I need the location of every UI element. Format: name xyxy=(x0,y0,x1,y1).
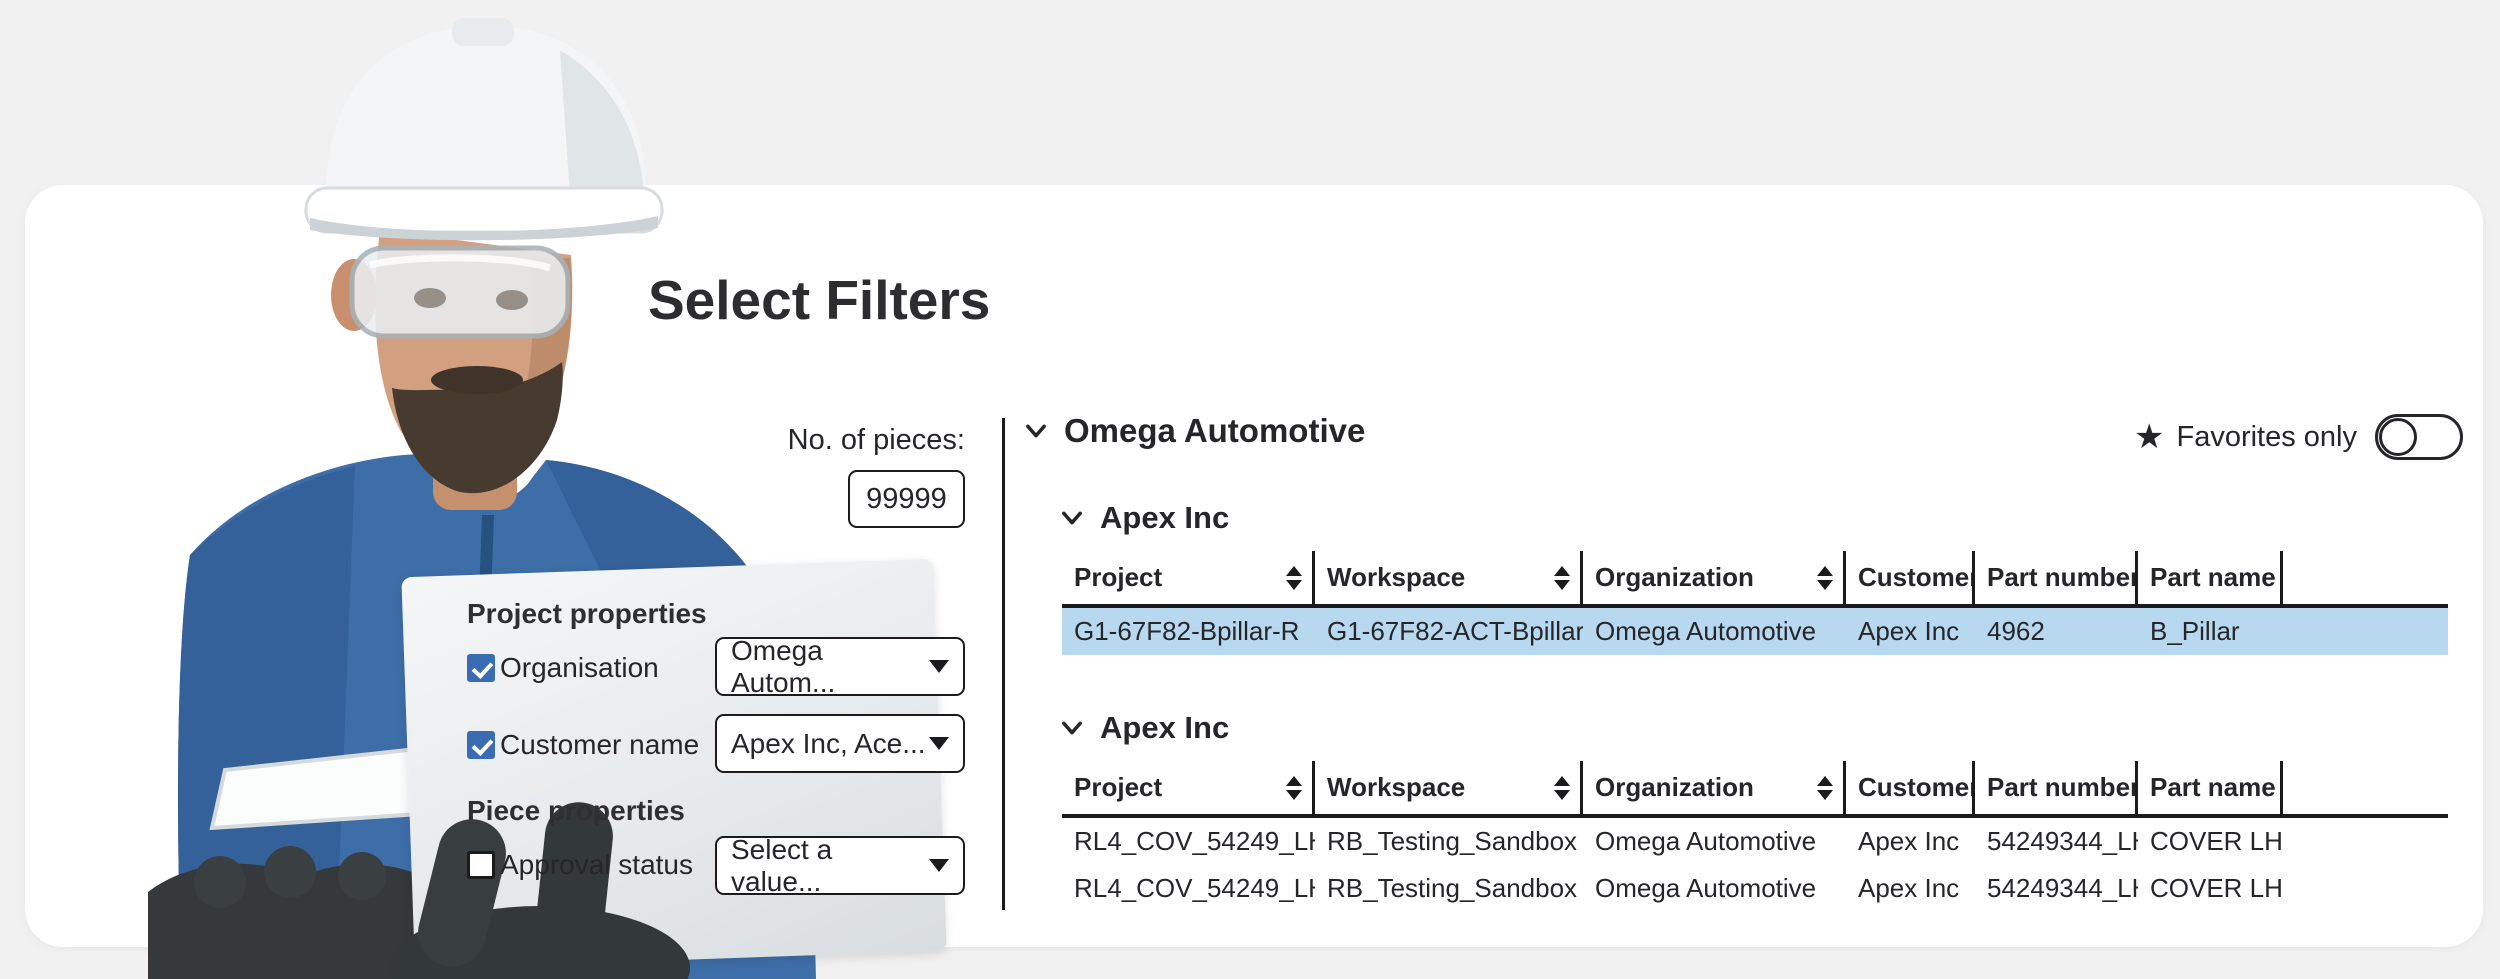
cell-part-name: COVER LH xyxy=(2138,818,2283,865)
organisation-label: Organisation xyxy=(500,652,659,684)
cell-organization: Omega Automotive xyxy=(1583,608,1846,655)
organisation-dropdown-value: Omega Autom... xyxy=(731,635,929,699)
cell-part-name: COVER LH xyxy=(2138,865,2283,912)
sort-icon[interactable] xyxy=(1278,566,1302,590)
filter-row-organisation: Organisation xyxy=(467,652,659,684)
sort-icon[interactable] xyxy=(1546,566,1570,590)
approval-status-checkbox[interactable] xyxy=(467,851,495,879)
organisation-checkbox[interactable] xyxy=(467,654,495,682)
favorites-toggle[interactable] xyxy=(2375,414,2463,460)
column-header-project[interactable]: Project xyxy=(1062,761,1315,814)
cell-customer: Apex Inc xyxy=(1846,865,1975,912)
cell-organization: Omega Automotive xyxy=(1583,818,1846,865)
chevron-down-icon xyxy=(1058,504,1086,532)
organisation-dropdown[interactable]: Omega Autom... xyxy=(715,637,965,696)
results-table-1: Project Workspace Organization Customer … xyxy=(1062,551,2448,655)
subgroup-label: Apex Inc xyxy=(1100,710,1229,746)
column-header-organization[interactable]: Organization xyxy=(1583,761,1846,814)
customer-name-label: Customer name xyxy=(500,729,699,761)
chevron-down-icon xyxy=(929,859,949,872)
table-row[interactable]: RL4_COV_54249_LH RB_Testing_Sandbox Omeg… xyxy=(1062,818,2448,865)
screen: Select Filters No. of pieces: Project pr… xyxy=(0,0,2500,979)
vertical-divider xyxy=(1002,418,1005,910)
cell-empty xyxy=(2283,608,2448,655)
cell-workspace: RB_Testing_Sandbox xyxy=(1315,865,1583,912)
column-header-empty xyxy=(2283,551,2448,604)
page-title: Select Filters xyxy=(648,268,990,332)
subgroup-header-apex-inc-2[interactable]: Apex Inc xyxy=(1058,710,1229,746)
cell-empty xyxy=(2283,865,2448,912)
cell-part-number: 54249344_LH xyxy=(1975,818,2138,865)
column-header-customer[interactable]: Customer xyxy=(1846,761,1975,814)
chevron-down-icon xyxy=(929,660,949,673)
no-of-pieces-label: No. of pieces: xyxy=(715,424,965,457)
chevron-down-icon xyxy=(1058,714,1086,742)
chevron-down-icon xyxy=(929,737,949,750)
column-header-part-number[interactable]: Part number xyxy=(1975,551,2138,604)
cell-organization: Omega Automotive xyxy=(1583,865,1846,912)
favorites-control: ★ Favorites only xyxy=(2134,414,2463,460)
table-row[interactable]: RL4_COV_54249_LH RB_Testing_Sandbox Omeg… xyxy=(1062,865,2448,912)
cell-part-name: B_Pillar xyxy=(2138,608,2283,655)
favorites-only-label: Favorites only xyxy=(2176,414,2357,460)
sort-icon[interactable] xyxy=(1546,776,1570,800)
cell-customer: Apex Inc xyxy=(1846,818,1975,865)
table-row[interactable]: G1-67F82-Bpillar-R G1-67F82-ACT-Bpillar … xyxy=(1062,608,2448,655)
sort-icon[interactable] xyxy=(1278,776,1302,800)
column-header-part-name[interactable]: Part name xyxy=(2138,761,2283,814)
column-header-project[interactable]: Project xyxy=(1062,551,1315,604)
cell-empty xyxy=(2283,818,2448,865)
star-icon: ★ xyxy=(2134,414,2164,460)
column-header-workspace[interactable]: Workspace xyxy=(1315,761,1583,814)
sort-icon[interactable] xyxy=(1809,776,1833,800)
cell-part-number: 4962 xyxy=(1975,608,2138,655)
sort-icon[interactable] xyxy=(2276,776,2283,800)
subgroup-label: Apex Inc xyxy=(1100,500,1229,536)
no-of-pieces-input[interactable] xyxy=(848,470,965,528)
column-header-part-number[interactable]: Part number xyxy=(1975,761,2138,814)
filter-row-approval-status: Approval status xyxy=(467,849,693,881)
group-header-omega-automotive[interactable]: Omega Automotive xyxy=(1022,412,1365,450)
column-header-organization[interactable]: Organization xyxy=(1583,551,1846,604)
cell-customer: Apex Inc xyxy=(1846,608,1975,655)
table-header: Project Workspace Organization Customer … xyxy=(1062,551,2448,608)
approval-status-label: Approval status xyxy=(500,849,693,881)
cell-project: RL4_COV_54249_LH xyxy=(1062,818,1315,865)
table-header: Project Workspace Organization Customer … xyxy=(1062,761,2448,818)
customer-name-checkbox[interactable] xyxy=(467,731,495,759)
subgroup-header-apex-inc-1[interactable]: Apex Inc xyxy=(1058,500,1229,536)
project-properties-heading: Project properties xyxy=(467,598,707,630)
approval-status-dropdown[interactable]: Select a value... xyxy=(715,836,965,895)
toggle-knob xyxy=(2379,418,2417,456)
piece-properties-heading: Piece properties xyxy=(467,795,685,827)
customer-name-dropdown[interactable]: Apex Inc, Ace... xyxy=(715,714,965,773)
sort-icon[interactable] xyxy=(1809,566,1833,590)
column-header-workspace[interactable]: Workspace xyxy=(1315,551,1583,604)
cell-workspace: RB_Testing_Sandbox xyxy=(1315,818,1583,865)
column-header-part-name[interactable]: Part name xyxy=(2138,551,2283,604)
filter-row-customer-name: Customer name xyxy=(467,729,699,761)
approval-status-dropdown-value: Select a value... xyxy=(731,834,929,898)
customer-name-dropdown-value: Apex Inc, Ace... xyxy=(731,728,926,760)
cell-workspace: G1-67F82-ACT-Bpillar xyxy=(1315,608,1583,655)
group-label: Omega Automotive xyxy=(1064,412,1365,450)
results-table-2: Project Workspace Organization Customer … xyxy=(1062,761,2448,912)
cell-project: G1-67F82-Bpillar-R xyxy=(1062,608,1315,655)
sort-icon[interactable] xyxy=(2276,566,2283,590)
chevron-down-icon xyxy=(1022,417,1050,445)
cell-project: RL4_COV_54249_LH xyxy=(1062,865,1315,912)
cell-part-number: 54249344_LH xyxy=(1975,865,2138,912)
column-header-customer[interactable]: Customer xyxy=(1846,551,1975,604)
column-header-empty xyxy=(2283,761,2448,814)
